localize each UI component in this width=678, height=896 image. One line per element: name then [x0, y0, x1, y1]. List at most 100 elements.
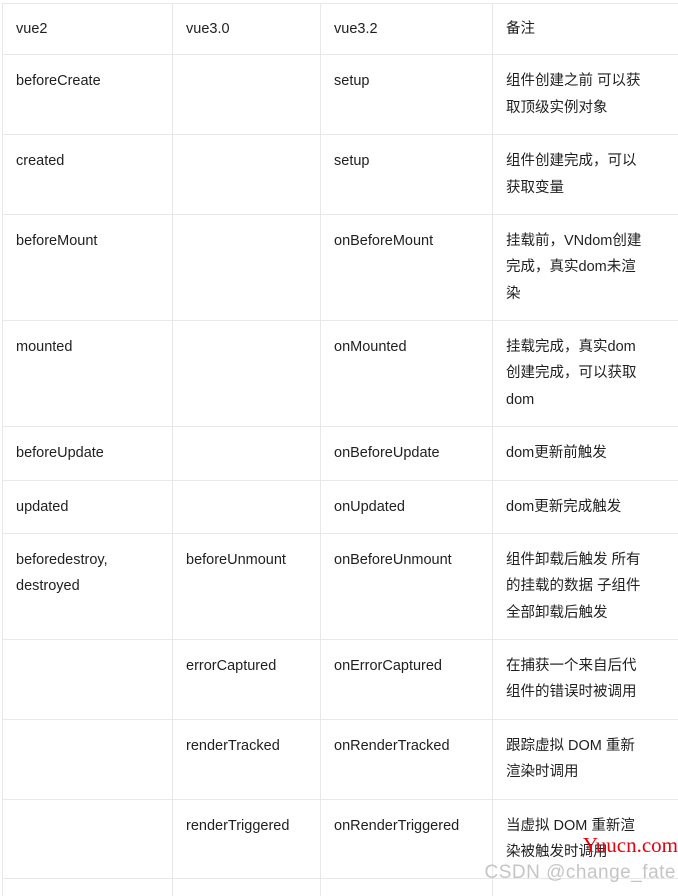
table-row: renderTracked onRenderTracked 跟踪虚拟 DOM 重新 …	[2, 719, 678, 800]
cell-vue2: mounted	[2, 320, 173, 428]
cell-note: 挂载完成，真实dom 创建完成，可以获取 dom	[492, 320, 678, 428]
cell-vue2	[2, 719, 173, 800]
cell-vue2: beforeUpdate	[2, 426, 173, 481]
cell-text: beforeUpdate	[16, 445, 104, 462]
cell-vue30: errorCaptured	[172, 639, 321, 720]
cell-vue32: onBeforeUnmount	[320, 533, 493, 641]
cell-note: 跟踪虚拟 DOM 重新 渲染时调用	[492, 719, 678, 800]
page-root: vue2 vue3.0 vue3.2 备注 beforeCreate setup 组…	[0, 0, 678, 896]
cell-vue30: renderTracked	[172, 719, 321, 800]
cell-vue32: setup	[320, 54, 493, 136]
cell-vue30	[172, 320, 321, 428]
cell-vue2: beforedestroy, destroyed	[2, 533, 173, 641]
column-header-vue30: vue3.0	[172, 3, 321, 56]
cell-text: beforeUnmount	[186, 551, 286, 568]
cell-text: errorCaptured	[186, 658, 277, 674]
cell-text: onBeforeUpdate	[334, 445, 440, 462]
cell-note: 组件卸载后触发 所有 的挂载的数据 子组件 全部卸载后触发	[492, 533, 678, 641]
cell-note: 组件创建完成，可以 获取变量	[492, 134, 678, 215]
cell-text: 组件创建完成，可以 获取变量	[506, 153, 637, 196]
cell-text: dom更新完成触发	[506, 498, 622, 515]
cell-vue2: created	[2, 134, 173, 215]
cell-text: dom更新前触发	[506, 445, 607, 462]
cell-text: activated	[186, 892, 309, 896]
cell-text: onBeforeMount	[334, 232, 434, 249]
column-header-vue2: vue2	[2, 3, 173, 56]
cell-vue32: onUpdated	[320, 480, 493, 534]
cell-text: onBeforeUnmount	[334, 551, 452, 568]
cell-vue32: onErrorCaptured	[320, 639, 493, 720]
cell-text: onActivated	[334, 892, 481, 896]
cell-note: dom更新完成触发	[492, 480, 678, 534]
cell-text: setup	[334, 73, 370, 90]
cell-text: updated	[16, 498, 69, 515]
cell-vue2: activated	[2, 878, 173, 896]
cell-text: 挂载完成，真实dom 创建完成，可以获取 dom	[506, 339, 637, 408]
cell-vue32: onBeforeMount	[320, 214, 493, 322]
cell-text: activated	[16, 892, 161, 896]
cell-vue32: onActivated	[320, 878, 493, 896]
column-header-label: vue2	[16, 21, 48, 37]
column-header-label: vue3.2	[334, 21, 378, 37]
cell-vue30	[172, 480, 321, 534]
cell-vue30: beforeUnmount	[172, 533, 321, 641]
cell-vue2: beforeMount	[2, 214, 173, 322]
cell-vue2	[2, 639, 173, 720]
table-row: mounted onMounted 挂载完成，真实dom 创建完成，可以获取 dom	[2, 320, 678, 428]
table-row: activated activated onActivated 缓存组件激活时调用	[2, 878, 678, 896]
cell-vue2	[2, 799, 173, 880]
table-row: renderTriggered onRenderTriggered 当虚拟 DOM …	[2, 799, 678, 880]
cell-text: 挂载前，VNdom创建 完成，真实dom未渲 染	[506, 232, 642, 302]
cell-vue30	[172, 214, 321, 322]
column-header-label: vue3.0	[186, 21, 230, 37]
table-header: vue2 vue3.0 vue3.2 备注	[2, 3, 678, 56]
table-row: updated onUpdated dom更新完成触发	[2, 480, 678, 534]
cell-text: renderTracked	[186, 737, 280, 754]
cell-text: onUpdated	[334, 498, 405, 515]
table-row: errorCaptured onErrorCaptured 在捕获一个来自后代 组件…	[2, 639, 678, 720]
table-row: beforeCreate setup 组件创建之前 可以获 取顶级实例对象	[2, 54, 678, 136]
cell-vue30: activated	[172, 878, 321, 896]
cell-vue32: setup	[320, 134, 493, 215]
table-row: beforeUpdate onBeforeUpdate dom更新前触发	[2, 426, 678, 481]
cell-text: beforeMount	[16, 232, 98, 249]
table-body: beforeCreate setup 组件创建之前 可以获 取顶级实例对象 creat…	[2, 54, 678, 896]
table-row: created setup 组件创建完成，可以 获取变量	[2, 134, 678, 215]
cell-text: mounted	[16, 339, 73, 355]
cell-text: 组件卸载后触发 所有 的挂载的数据 子组件 全部卸载后触发	[506, 551, 641, 621]
column-header-note: 备注	[492, 3, 678, 56]
cell-text: 在捕获一个来自后代 组件的错误时被调用	[506, 658, 637, 701]
cell-text: 跟踪虚拟 DOM 重新 渲染时调用	[506, 737, 635, 781]
cell-vue32: onRenderTracked	[320, 719, 493, 800]
cell-note: 挂载前，VNdom创建 完成，真实dom未渲 染	[492, 214, 678, 322]
cell-vue30: renderTriggered	[172, 799, 321, 880]
cell-text: beforedestroy, destroyed	[16, 551, 108, 595]
table-row: beforedestroy, destroyed beforeUnmount onB…	[2, 533, 678, 641]
cell-text: beforeCreate	[16, 73, 101, 90]
table-row: beforeMount onBeforeMount 挂载前，VNdom创建 完成，真…	[2, 214, 678, 322]
cell-text: renderTriggered	[186, 817, 290, 834]
cell-note: 缓存组件激活时调用	[492, 878, 678, 896]
cell-text: created	[16, 153, 65, 170]
cell-text: onRenderTriggered	[334, 817, 460, 834]
column-header-label: 备注	[506, 21, 535, 37]
cell-vue2: beforeCreate	[2, 54, 173, 136]
cell-vue30	[172, 134, 321, 215]
cell-text: onErrorCaptured	[334, 658, 442, 674]
cell-note: dom更新前触发	[492, 426, 678, 481]
cell-text: 当虚拟 DOM 重新渲 染被触发时调用	[506, 817, 635, 860]
cell-note: 当虚拟 DOM 重新渲 染被触发时调用	[492, 799, 678, 880]
cell-note: 组件创建之前 可以获 取顶级实例对象	[492, 54, 678, 136]
cell-vue2: updated	[2, 480, 173, 534]
cell-text: 缓存组件激活时调用	[506, 892, 675, 896]
cell-vue32: onMounted	[320, 320, 493, 428]
cell-text: onMounted	[334, 339, 407, 355]
cell-vue30	[172, 54, 321, 136]
cell-vue30	[172, 426, 321, 481]
cell-text: onRenderTracked	[334, 737, 450, 754]
cell-vue32: onBeforeUpdate	[320, 426, 493, 481]
table-header-row: vue2 vue3.0 vue3.2 备注	[2, 3, 678, 56]
column-header-vue32: vue3.2	[320, 3, 493, 56]
cell-text: 组件创建之前 可以获 取顶级实例对象	[506, 73, 641, 116]
cell-vue32: onRenderTriggered	[320, 799, 493, 880]
